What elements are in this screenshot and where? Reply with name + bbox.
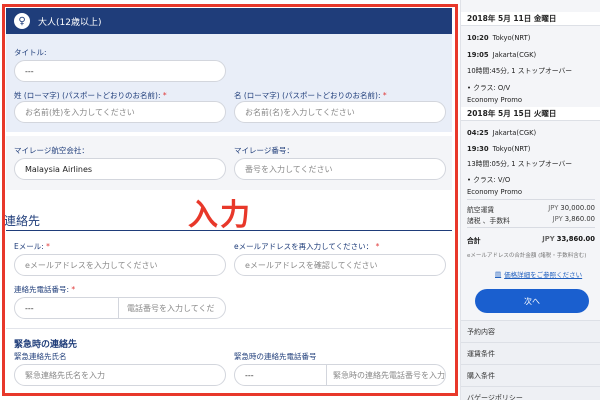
sidebar-link-booking-details[interactable]: 予約内容: [461, 320, 600, 342]
mileage-airline-label: マイレージ航空会社：: [14, 146, 89, 155]
inbound-class: • クラス: V/O: [467, 176, 511, 184]
outbound-duration: 10時間:45分, 1 ストップオーバー: [467, 67, 573, 75]
total-row: 合計 JPY 33,860.00: [467, 235, 595, 245]
fare-row: 航空運賃 JPY 30,000.00: [467, 204, 595, 214]
tax-row: 諸税 、手数料 JPY 3,860.00: [467, 215, 595, 225]
outbound-arrival: 19:05 Jakarta(CGK): [467, 51, 537, 59]
inbound-arrival: 19:30 Tokyo(NRT): [467, 145, 531, 153]
emergency-name-input[interactable]: 緊急連絡先氏名を入力: [14, 364, 226, 386]
sidebar-link-baggage-policy[interactable]: バゲージポリシー: [461, 386, 600, 400]
document-icon: ▤: [495, 270, 502, 278]
outbound-fare: Economy Promo: [467, 96, 523, 104]
sidebar-link-fare-rules[interactable]: 運賃条件: [461, 342, 600, 364]
inbound-date: 2018年 5月 15日 火曜日: [461, 107, 600, 121]
first-name-label: 名 (ローマ字) (パスポートどおりのお名前): *: [234, 91, 387, 100]
phone-input-group: --- 電話番号を入力してくだ: [14, 297, 226, 319]
next-button[interactable]: 次へ: [475, 289, 589, 313]
outbound-departure: 10:20 Tokyo(NRT): [467, 34, 531, 42]
mileage-number-input[interactable]: 番号を入力してください: [234, 158, 446, 180]
last-name-label: 姓 (ローマ字) (パスポートどおりのお名前): *: [14, 91, 167, 100]
emergency-divider: [6, 328, 452, 329]
emergency-phone-code[interactable]: ---: [235, 365, 327, 385]
email-confirm-input[interactable]: eメールアドレスを確認してください: [234, 254, 446, 276]
last-name-input[interactable]: お名前(姓)を入力してください: [14, 101, 226, 123]
sidebar-link-purchase-terms[interactable]: 購入条件: [461, 364, 600, 386]
person-icon: ♀: [14, 13, 30, 29]
inbound-departure: 04:25 Jakarta(CGK): [467, 129, 537, 137]
emergency-phone-label: 緊急時の連絡先電話番号: [234, 352, 317, 361]
booking-summary-sidebar: 2018年 5月 11日 金曜日 10:20 Tokyo(NRT) 19:05 Ja…: [460, 0, 600, 400]
inbound-duration: 13時間:05分, 1 ストップオーバー: [467, 160, 573, 168]
total-note: eメールアドレスの合計金額 (諸税・手数料含む): [467, 253, 587, 259]
emergency-phone-group: --- 緊急時の連絡先電話番号を入力: [234, 364, 446, 386]
emergency-heading: 緊急時の連絡先: [14, 340, 78, 350]
price-divider: [467, 199, 595, 200]
phone-label: 連絡先電話番号: *: [14, 285, 76, 294]
phone-country-code[interactable]: ---: [15, 298, 119, 318]
input-annotation-label: 入力: [188, 198, 252, 233]
passenger-header: ♀ 大人(12歳以上): [6, 8, 452, 34]
email-input[interactable]: eメールアドレスを入力してください: [14, 254, 226, 276]
first-name-input[interactable]: お名前(名)を入力してください: [234, 101, 446, 123]
price-details-link[interactable]: ▤ 価格詳細をご参照ください: [495, 269, 582, 279]
passenger-type-title: 大人(12歳以上): [38, 17, 102, 28]
emergency-name-label: 緊急連絡先氏名: [14, 352, 67, 361]
outbound-date: 2018年 5月 11日 金曜日: [461, 12, 600, 26]
title-select[interactable]: ---: [14, 60, 226, 82]
total-divider: [467, 227, 595, 228]
phone-number-input[interactable]: 電話番号を入力してくだ: [119, 303, 215, 314]
passenger-form: ♀ 大人(12歳以上) タイトル: --- 姓 (ローマ字) (パスポートどおり…: [0, 0, 460, 400]
emergency-phone-input[interactable]: 緊急時の連絡先電話番号を入力: [327, 370, 445, 381]
mileage-airline-select[interactable]: Malaysia Airlines: [14, 158, 226, 180]
mileage-number-label: マイレージ番号：: [234, 146, 294, 155]
outbound-class: • クラス: O/V: [467, 84, 511, 92]
contact-heading: 連絡先: [4, 214, 41, 228]
inbound-fare: Economy Promo: [467, 188, 523, 196]
email-label: Eメール: *: [14, 242, 50, 251]
email-confirm-label: eメールアドレスを再入力してください： *: [234, 242, 380, 251]
title-label: タイトル:: [14, 48, 47, 57]
